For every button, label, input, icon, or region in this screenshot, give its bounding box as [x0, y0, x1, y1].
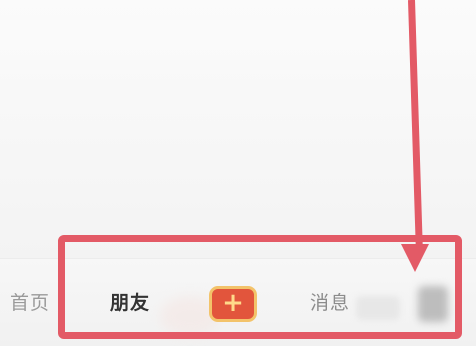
annotation-arrow-head	[401, 244, 429, 272]
tab-home[interactable]: 首页	[10, 292, 50, 314]
